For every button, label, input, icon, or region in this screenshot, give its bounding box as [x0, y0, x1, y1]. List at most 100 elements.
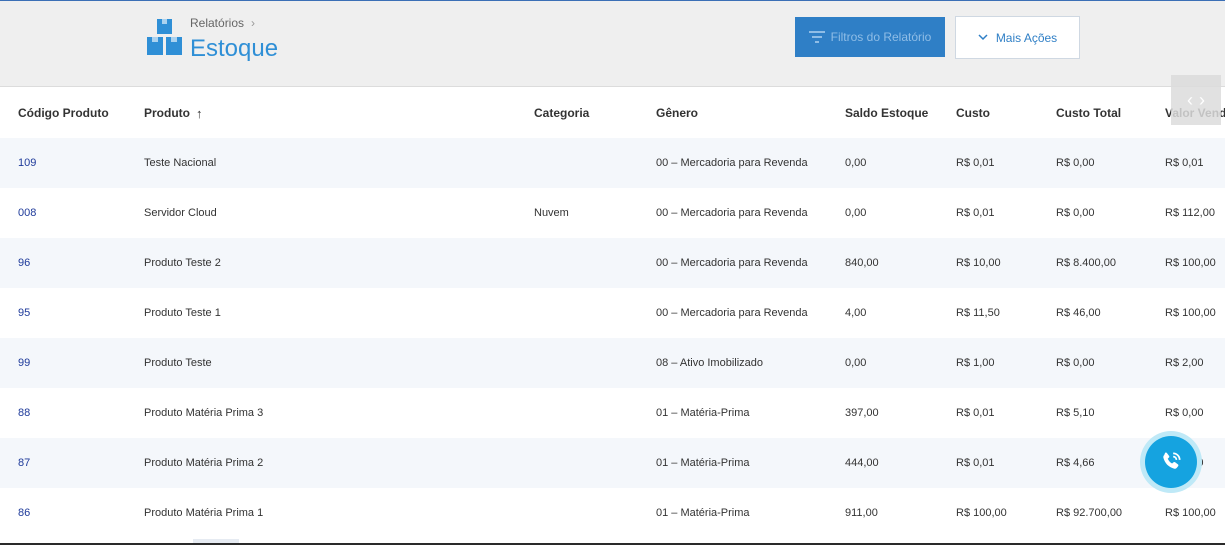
- cell-valor-venda: R$ 112,00: [1165, 207, 1215, 219]
- cell-categoria: [534, 138, 649, 188]
- cell-categoria: [534, 338, 649, 388]
- cell-genero: 01 – Matéria-Prima: [656, 407, 750, 419]
- cell-categoria: [534, 388, 649, 438]
- cell-custo-total: R$ 46,00: [1056, 307, 1101, 319]
- column-header-custo-total[interactable]: Custo Total: [1056, 88, 1161, 138]
- cell-valor-venda: R$ 100,00: [1165, 507, 1216, 519]
- cell-saldo: 4,00: [845, 307, 867, 319]
- page-header: Relatórios › Estoque Filtros do Relatóri…: [0, 1, 1225, 87]
- cell-valor-venda: R$ 0,01: [1165, 157, 1204, 169]
- phone-icon: [1163, 452, 1181, 469]
- cell-custo: R$ 0,01: [956, 457, 995, 469]
- column-header-produto[interactable]: Produto ↑: [144, 88, 524, 138]
- chevron-right-icon: ›: [251, 16, 256, 30]
- cell-categoria: [534, 238, 649, 288]
- cell-produto: Produto Teste 1: [144, 307, 221, 319]
- cell-saldo: 840,00: [845, 257, 879, 269]
- boxes-icon: [147, 19, 182, 55]
- table-row[interactable]: 96 Produto Teste 2 00 – Mercadoria para Re…: [0, 238, 1225, 288]
- cell-custo: R$ 0,01: [956, 207, 995, 219]
- cell-codigo[interactable]: 88: [18, 388, 138, 438]
- column-header-categoria[interactable]: Categoria: [534, 88, 649, 138]
- table-row[interactable]: 109 Teste Nacional 00 – Mercadoria para Re…: [0, 138, 1225, 188]
- column-header-saldo[interactable]: Saldo Estoque: [845, 88, 950, 138]
- more-actions-label: Mais Ações: [995, 30, 1058, 45]
- cell-saldo: 0,00: [845, 357, 867, 369]
- cell-categoria: Nuvem: [534, 207, 569, 219]
- cell-codigo[interactable]: 87: [18, 438, 138, 488]
- chevron-down-icon: [978, 34, 988, 41]
- cell-custo: R$ 11,50: [956, 307, 1000, 319]
- table-row[interactable]: 86 Produto Matéria Prima 1 01 – Matéria-Pr…: [0, 488, 1225, 538]
- report-filters-label: Filtros do Relatório: [830, 30, 932, 44]
- cell-genero: 01 – Matéria-Prima: [656, 507, 750, 519]
- cell-custo-total: R$ 0,00: [1056, 207, 1095, 219]
- cell-custo-total: R$ 92.700,00: [1056, 507, 1123, 519]
- scroll-left-icon[interactable]: ‹: [1187, 90, 1193, 111]
- column-header-codigo[interactable]: Código Produto: [18, 88, 138, 138]
- phone-fab-inner: [1145, 436, 1197, 488]
- cell-valor-venda: R$ 100,00: [1165, 257, 1216, 269]
- cell-saldo: 911,00: [845, 507, 878, 519]
- cell-saldo: 0,00: [845, 157, 867, 169]
- cell-genero: 00 – Mercadoria para Revenda: [656, 257, 808, 269]
- cell-custo: R$ 10,00: [956, 257, 1001, 269]
- cell-codigo[interactable]: 99: [18, 338, 138, 388]
- cell-genero: 01 – Matéria-Prima: [656, 457, 750, 469]
- cell-produto: Servidor Cloud: [144, 207, 217, 219]
- more-actions-button[interactable]: Mais Ações: [955, 16, 1080, 59]
- cell-saldo: 444,00: [845, 457, 879, 469]
- cell-genero: 00 – Mercadoria para Revenda: [656, 207, 808, 219]
- cell-custo-total: R$ 5,10: [1056, 407, 1095, 419]
- cell-valor-venda: R$ 2,00: [1165, 357, 1204, 369]
- cell-custo: R$ 100,00: [956, 507, 1007, 519]
- cell-produto: Produto Matéria Prima 1: [144, 507, 264, 519]
- cell-saldo: 397,00: [845, 407, 879, 419]
- cell-custo: R$ 0,01: [956, 157, 995, 169]
- column-header-custo[interactable]: Custo: [956, 88, 1051, 138]
- column-header-genero[interactable]: Gênero: [656, 88, 841, 138]
- cell-custo: R$ 0,01: [956, 407, 995, 419]
- cell-custo: R$ 1,00: [956, 357, 995, 369]
- table-row[interactable]: 88 Produto Matéria Prima 3 01 – Matéria-Pr…: [0, 388, 1225, 438]
- cell-saldo: 0,00: [845, 207, 867, 219]
- cell-custo-total: R$ 0,00: [1056, 157, 1095, 169]
- cell-genero: 00 – Mercadoria para Revenda: [656, 157, 808, 169]
- cell-produto: Produto Teste 2: [144, 257, 221, 269]
- report-filters-button[interactable]: Filtros do Relatório: [795, 17, 945, 57]
- phone-fab-button[interactable]: [1140, 431, 1202, 493]
- cell-custo-total: R$ 8.400,00: [1056, 257, 1116, 269]
- report-page: Relatórios › Estoque Filtros do Relatóri…: [0, 0, 1225, 545]
- table-row[interactable]: 008 Servidor Cloud Nuvem 00 – Mercadoria pa…: [0, 188, 1225, 238]
- breadcrumb: Relatórios ›: [190, 16, 255, 30]
- table-row[interactable]: 99 Produto Teste 08 – Ativo Imobilizado 0,0…: [0, 338, 1225, 388]
- table-body: 109 Teste Nacional 00 – Mercadoria para Re…: [0, 138, 1225, 538]
- sort-ascending-icon: ↑: [196, 105, 203, 121]
- cell-produto: Produto Matéria Prima 3: [144, 407, 264, 419]
- table-row[interactable]: 95 Produto Teste 1 00 – Mercadoria para Re…: [0, 288, 1225, 338]
- cell-produto: Teste Nacional: [144, 157, 217, 169]
- cell-codigo[interactable]: 95: [18, 288, 138, 338]
- cell-valor-venda: R$ 100,00: [1165, 307, 1216, 319]
- breadcrumb-link-relatorios[interactable]: Relatórios: [190, 16, 244, 30]
- cell-custo-total: R$ 0,00: [1056, 357, 1095, 369]
- scroll-right-icon[interactable]: ›: [1199, 90, 1205, 111]
- cell-categoria: [534, 438, 649, 488]
- table-row[interactable]: 87 Produto Matéria Prima 2 01 – Matéria-Pr…: [0, 438, 1225, 488]
- cell-genero: 00 – Mercadoria para Revenda: [656, 307, 808, 319]
- cell-produto: Produto Teste: [144, 357, 212, 369]
- cell-codigo[interactable]: 86: [18, 488, 138, 538]
- cell-genero: 08 – Ativo Imobilizado: [656, 357, 764, 369]
- table-scroll-arrows[interactable]: ‹ ›: [1171, 75, 1221, 125]
- cell-categoria: [534, 488, 649, 538]
- cell-codigo[interactable]: 96: [18, 238, 138, 288]
- stock-table: Código Produto Produto ↑ Categoria Gêner…: [0, 88, 1225, 538]
- cell-categoria: [534, 288, 649, 338]
- cell-codigo[interactable]: 109: [18, 138, 138, 188]
- filter-icon: [808, 31, 825, 43]
- cell-codigo[interactable]: 008: [18, 188, 138, 238]
- column-header-produto-label: Produto: [144, 106, 190, 120]
- cell-produto: Produto Matéria Prima 2: [144, 457, 264, 469]
- table-header: Código Produto Produto ↑ Categoria Gêner…: [0, 88, 1225, 138]
- page-title: Estoque: [190, 35, 279, 62]
